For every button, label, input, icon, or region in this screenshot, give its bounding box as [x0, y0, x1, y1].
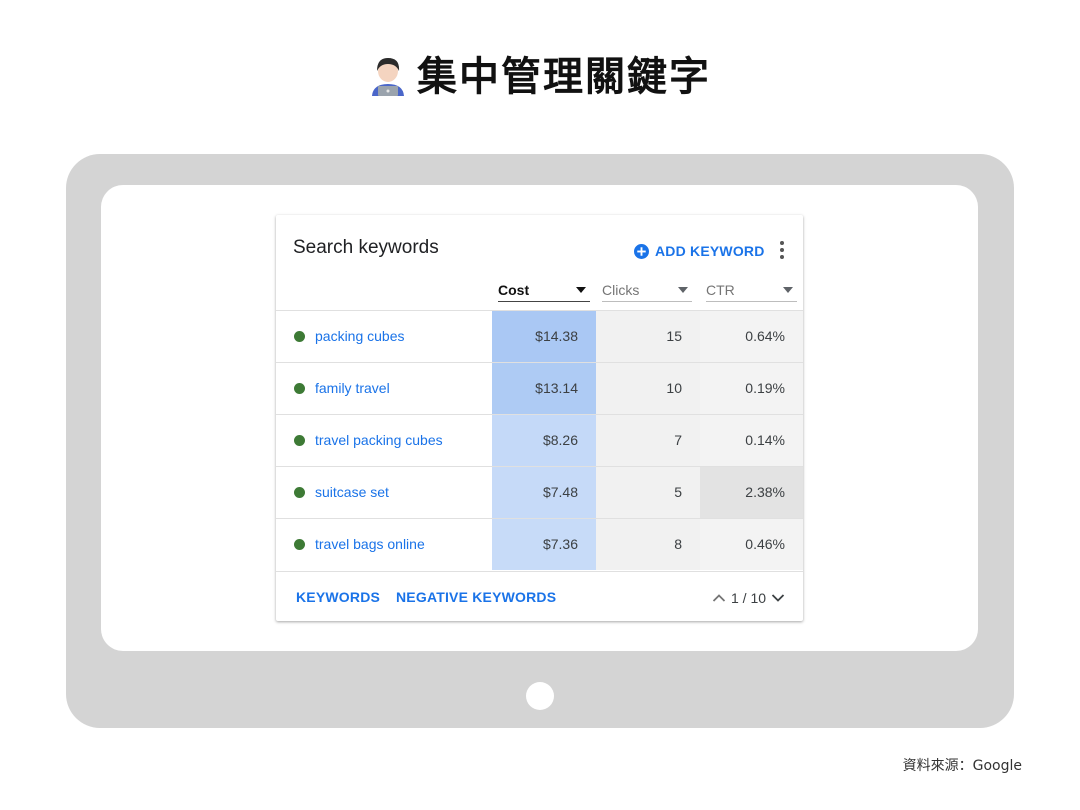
clicks-cell: 10: [596, 363, 700, 414]
table-row[interactable]: travel packing cubes $8.26 7 0.14%: [276, 414, 803, 466]
search-keywords-card: Search keywords ADD KEYWORD Cost Clicks …: [276, 215, 803, 621]
ctr-cell: 0.46%: [700, 519, 803, 570]
clicks-cell: 7: [596, 415, 700, 466]
column-header-ctr[interactable]: CTR: [706, 279, 797, 302]
table-row[interactable]: travel bags online $7.36 8 0.46%: [276, 518, 803, 570]
pagination-text: 1 / 10: [731, 590, 767, 606]
table-row[interactable]: packing cubes $14.38 15 0.64%: [276, 310, 803, 362]
clicks-cell: 8: [596, 519, 700, 570]
card-footer: KEYWORDS NEGATIVE KEYWORDS 1 / 10: [276, 571, 803, 621]
page-title-text: 集中管理關鍵字: [417, 54, 711, 100]
technologist-emoji-icon: [372, 58, 404, 96]
keyword-link[interactable]: travel bags online: [315, 536, 425, 552]
cost-cell: $7.48: [492, 467, 596, 518]
add-keyword-label: ADD KEYWORD: [655, 243, 765, 259]
column-label-cost: Cost: [498, 282, 530, 298]
pagination: 1 / 10: [712, 588, 785, 608]
ctr-cell: 2.38%: [700, 467, 803, 518]
status-active-icon: [294, 331, 305, 342]
ctr-cell: 0.19%: [700, 363, 803, 414]
table-row[interactable]: family travel $13.14 10 0.19%: [276, 362, 803, 414]
cost-cell: $14.38: [492, 311, 596, 362]
add-circle-icon: [634, 243, 649, 259]
add-keyword-button[interactable]: ADD KEYWORD: [634, 241, 765, 261]
column-label-clicks: Clicks: [602, 282, 640, 298]
keyword-link[interactable]: travel packing cubes: [315, 432, 443, 448]
cost-cell: $8.26: [492, 415, 596, 466]
keyword-link[interactable]: family travel: [315, 380, 390, 396]
keyword-link[interactable]: packing cubes: [315, 328, 405, 344]
chevron-down-icon[interactable]: [771, 593, 785, 603]
tab-keywords[interactable]: KEYWORDS: [296, 589, 380, 605]
keyword-table: packing cubes $14.38 15 0.64% family tra…: [276, 310, 803, 570]
column-header-cost[interactable]: Cost: [498, 279, 590, 302]
card-title: Search keywords: [293, 237, 439, 258]
ctr-cell: 0.64%: [700, 311, 803, 362]
more-vert-icon[interactable]: [776, 239, 788, 261]
ctr-cell: 0.14%: [700, 415, 803, 466]
tab-negative-keywords[interactable]: NEGATIVE KEYWORDS: [396, 589, 556, 605]
column-header-clicks[interactable]: Clicks: [602, 279, 692, 302]
column-label-ctr: CTR: [706, 282, 735, 298]
clicks-cell: 15: [596, 311, 700, 362]
dropdown-arrow-icon: [783, 287, 793, 293]
cost-cell: $13.14: [492, 363, 596, 414]
status-active-icon: [294, 487, 305, 498]
cost-cell: $7.36: [492, 519, 596, 570]
status-active-icon: [294, 539, 305, 550]
sort-desc-icon: [576, 287, 586, 293]
chevron-up-icon[interactable]: [712, 593, 726, 603]
source-caption: 資料來源：Google: [902, 758, 1022, 774]
status-active-icon: [294, 435, 305, 446]
page-title: 集中管理關鍵字: [0, 44, 1080, 102]
tablet-home-button: [526, 682, 554, 710]
clicks-cell: 5: [596, 467, 700, 518]
status-active-icon: [294, 383, 305, 394]
table-row[interactable]: suitcase set $7.48 5 2.38%: [276, 466, 803, 518]
keyword-link[interactable]: suitcase set: [315, 484, 389, 500]
dropdown-arrow-icon: [678, 287, 688, 293]
